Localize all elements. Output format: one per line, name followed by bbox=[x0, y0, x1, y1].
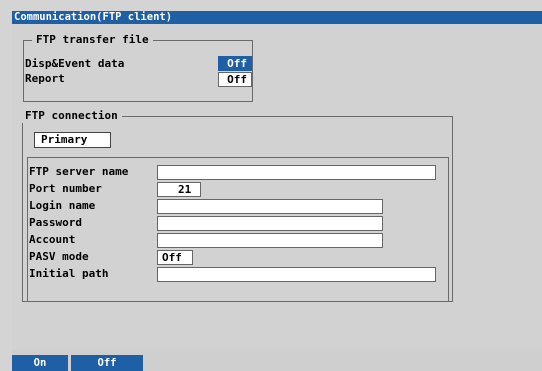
ftp-transfer-file-group: FTP transfer file Disp&Event data Off Re… bbox=[23, 33, 253, 102]
ftp-transfer-file-title: FTP transfer file bbox=[32, 33, 153, 47]
ftp-server-name-field[interactable] bbox=[157, 165, 436, 180]
initial-path-label: Initial path bbox=[29, 267, 109, 280]
report-label: Report bbox=[25, 72, 65, 85]
softkey-off[interactable]: Off bbox=[71, 355, 143, 371]
pasv-mode-field[interactable]: Off bbox=[157, 250, 193, 265]
pasv-mode-label: PASV mode bbox=[29, 250, 89, 263]
softkey-bar: On Off bbox=[12, 350, 542, 371]
login-name-field[interactable] bbox=[157, 199, 383, 214]
ftp-connection-group: FTP connection Primary FTP server name P… bbox=[21, 109, 453, 302]
login-name-label: Login name bbox=[29, 199, 96, 212]
password-field[interactable] bbox=[157, 216, 383, 231]
softkey-on[interactable]: On bbox=[12, 355, 68, 371]
password-label: Password bbox=[29, 216, 82, 229]
settings-screen: FTP transfer file Disp&Event data Off Re… bbox=[12, 24, 542, 350]
account-field[interactable] bbox=[157, 233, 383, 248]
initial-path-field[interactable] bbox=[157, 267, 436, 282]
ftp-connection-title: FTP connection bbox=[21, 109, 122, 123]
port-number-field[interactable]: 21 bbox=[157, 182, 201, 197]
disp-event-data-value[interactable]: Off bbox=[218, 56, 252, 71]
report-value[interactable]: Off bbox=[218, 72, 252, 87]
tab-primary[interactable]: Primary bbox=[34, 132, 111, 148]
window-title: Communication(FTP client) bbox=[12, 11, 542, 24]
port-number-label: Port number bbox=[29, 182, 102, 195]
account-label: Account bbox=[29, 233, 76, 246]
connection-settings-box: FTP server name Port number 21 Login nam… bbox=[27, 157, 449, 302]
ftp-server-name-label: FTP server name bbox=[29, 165, 129, 178]
disp-event-data-label: Disp&Event data bbox=[25, 57, 125, 70]
port-number-value: 21 bbox=[178, 183, 192, 196]
